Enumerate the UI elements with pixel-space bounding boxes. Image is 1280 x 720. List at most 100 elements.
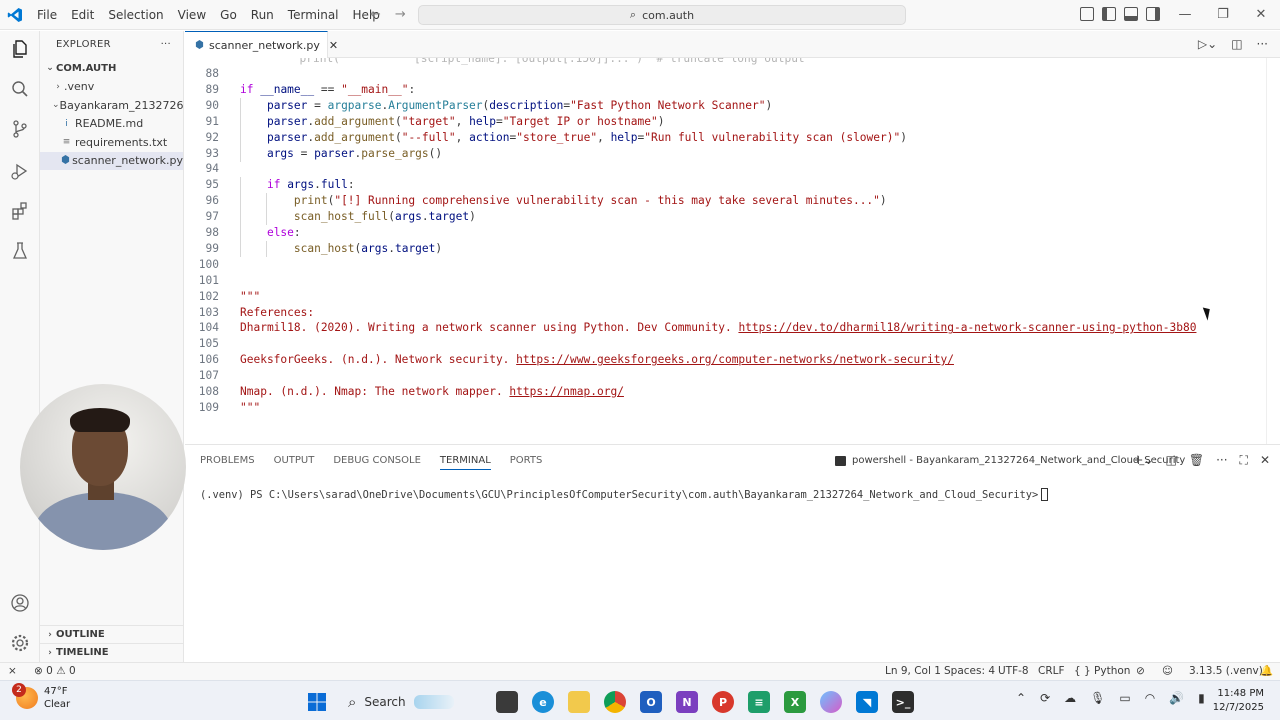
windows-start-icon[interactable]: [306, 691, 328, 713]
source-control-icon[interactable]: [8, 117, 32, 141]
menu-edit[interactable]: Edit: [64, 0, 101, 30]
microphone-icon[interactable]: 🎙: [1090, 691, 1105, 705]
line-endings[interactable]: CRLF: [1038, 663, 1065, 680]
code-line[interactable]: 105: [185, 336, 1265, 352]
pdf-reader-icon[interactable]: P: [712, 691, 734, 713]
toggle-secondary-sidebar-icon[interactable]: [1146, 7, 1160, 21]
toggle-panel-icon[interactable]: [1124, 7, 1138, 21]
more-actions-icon[interactable]: ···: [1257, 37, 1268, 51]
overview-ruler[interactable]: [1266, 58, 1280, 444]
outline-section[interactable]: › OUTLINE: [40, 625, 184, 643]
code-line[interactable]: 90 parser = argparse.ArgumentParser(desc…: [185, 97, 1265, 114]
battery-icon[interactable]: ▮: [1198, 691, 1205, 705]
menu-go[interactable]: Go: [213, 0, 244, 30]
customize-layout-icon[interactable]: [1080, 7, 1094, 21]
code-line[interactable]: 107: [185, 368, 1265, 384]
edge-icon[interactable]: e: [532, 691, 554, 713]
code-line[interactable]: 94: [185, 161, 1265, 177]
code-line[interactable]: 88: [185, 66, 1265, 82]
tab-output[interactable]: OUTPUT: [274, 455, 315, 470]
encoding[interactable]: UTF-8: [998, 663, 1029, 680]
chevron-up-icon[interactable]: ⌃: [1016, 691, 1026, 705]
account-icon[interactable]: [8, 591, 32, 615]
new-terminal-icon[interactable]: +⌄: [1133, 453, 1153, 468]
close-panel-icon[interactable]: ✕: [1260, 453, 1270, 468]
code-line[interactable]: 89 if __name__ == "__main__":: [185, 82, 1265, 98]
tab-problems[interactable]: PROBLEMS: [200, 455, 255, 470]
outlook-icon[interactable]: O: [640, 691, 662, 713]
close-window-icon[interactable]: ✕: [1242, 0, 1280, 30]
copilot-app-icon[interactable]: [820, 691, 842, 713]
maximize-icon[interactable]: ❐: [1204, 0, 1242, 30]
menu-selection[interactable]: Selection: [101, 0, 170, 30]
more-actions-icon[interactable]: ···: [161, 39, 171, 50]
terminal-prompt-line[interactable]: (.venv) PS C:\Users\sarad\OneDrive\Docum…: [200, 488, 1049, 501]
code-line[interactable]: 106 GeeksforGeeks. (n.d.). Network securi…: [185, 352, 1265, 368]
language-mode[interactable]: { } Python: [1074, 663, 1130, 680]
code-line[interactable]: 102 """: [185, 289, 1265, 305]
code-line[interactable]: 92 parser.add_argument("--full", action=…: [185, 129, 1265, 146]
volume-icon[interactable]: 🔊: [1169, 691, 1184, 705]
vscode-taskbar-icon[interactable]: ◥: [856, 691, 878, 713]
timeline-section[interactable]: › TIMELINE: [40, 643, 184, 661]
command-center-search[interactable]: ⌕ com.auth: [418, 5, 906, 25]
wifi-icon[interactable]: ◠: [1145, 691, 1155, 705]
back-arrow-icon[interactable]: ←: [370, 0, 381, 30]
taskbar-search[interactable]: ⌕ Search: [342, 689, 482, 715]
maximize-panel-icon[interactable]: ⛶: [1240, 453, 1248, 468]
task-view-icon[interactable]: [496, 691, 518, 713]
settings-gear-icon[interactable]: [8, 631, 32, 655]
tree-item-requirements[interactable]: ≡ requirements.txt: [40, 133, 183, 152]
tree-item-readme[interactable]: i README.md: [40, 115, 183, 134]
code-line[interactable]: 97 scan_host_full(args.target): [185, 209, 1265, 226]
menu-file[interactable]: File: [30, 0, 64, 30]
tab-ports[interactable]: PORTS: [510, 455, 543, 470]
split-terminal-icon[interactable]: ◫: [1166, 453, 1177, 468]
code-line[interactable]: 103 References:: [185, 305, 1265, 321]
no-entry-icon[interactable]: ⊘: [1136, 663, 1145, 680]
cursor-position[interactable]: Ln 9, Col 1: [885, 663, 941, 680]
testing-flask-icon[interactable]: [8, 239, 32, 263]
run-debug-icon[interactable]: [8, 159, 32, 183]
trash-icon[interactable]: 🗑: [1189, 453, 1204, 468]
tree-item-scanner-network[interactable]: scanner_network.py: [40, 151, 183, 170]
sync-icon[interactable]: ⟳: [1040, 691, 1050, 705]
menu-terminal[interactable]: Terminal: [281, 0, 346, 30]
cloud-icon[interactable]: ☁: [1064, 691, 1076, 705]
weather-widget[interactable]: 2 47°F Clear: [12, 683, 70, 711]
code-line[interactable]: 99 scan_host(args.target): [185, 240, 1265, 257]
code-line[interactable]: 104 Dharmil18. (2020). Writing a network …: [185, 320, 1265, 336]
tree-item-venv[interactable]: › .venv: [40, 78, 183, 97]
code-line[interactable]: 96 print("[!] Running comprehensive vuln…: [185, 193, 1265, 210]
notifications-bell-icon[interactable]: 🔔: [1260, 663, 1273, 680]
code-line[interactable]: 95 if args.full:: [185, 177, 1265, 194]
tab-debug-console[interactable]: DEBUG CONSOLE: [333, 455, 421, 470]
tab-scanner-network[interactable]: scanner_network.py ✕: [185, 31, 338, 58]
split-editor-icon[interactable]: ◫: [1231, 37, 1242, 51]
problems-status[interactable]: ⊗ 0 ⚠ 0: [34, 663, 76, 680]
code-line[interactable]: 108 Nmap. (n.d.). Nmap: The network mappe…: [185, 384, 1265, 400]
extensions-icon[interactable]: [8, 199, 32, 223]
code-line[interactable]: 98 else:: [185, 225, 1265, 241]
remote-icon[interactable]: ⨯: [8, 663, 17, 680]
file-explorer-icon[interactable]: [568, 691, 590, 713]
indentation[interactable]: Spaces: 4: [944, 663, 995, 680]
menu-view[interactable]: View: [171, 0, 213, 30]
copilot-icon[interactable]: ☺: [1162, 663, 1173, 680]
minimize-icon[interactable]: —: [1166, 0, 1204, 30]
close-tab-icon[interactable]: ✕: [329, 39, 338, 52]
more-actions-icon[interactable]: ···: [1216, 453, 1227, 468]
python-interpreter[interactable]: 3.13.5 (.venv): [1189, 663, 1263, 680]
onenote-icon[interactable]: N: [676, 691, 698, 713]
toggle-primary-sidebar-icon[interactable]: [1102, 7, 1116, 21]
code-line[interactable]: 101: [185, 273, 1265, 289]
tab-terminal[interactable]: TERMINAL: [439, 455, 491, 470]
display-icon[interactable]: ▭: [1119, 691, 1130, 705]
menu-run[interactable]: Run: [244, 0, 281, 30]
code-line[interactable]: 91 parser.add_argument("target", help="T…: [185, 113, 1265, 130]
code-line[interactable]: 100: [185, 257, 1265, 273]
tree-item-project-folder[interactable]: ⌄ Bayankaram_2132726...: [40, 96, 183, 115]
chrome-icon[interactable]: [604, 691, 626, 713]
forward-arrow-icon[interactable]: →: [395, 0, 406, 30]
run-python-file-icon[interactable]: ▷⌄: [1198, 37, 1217, 51]
